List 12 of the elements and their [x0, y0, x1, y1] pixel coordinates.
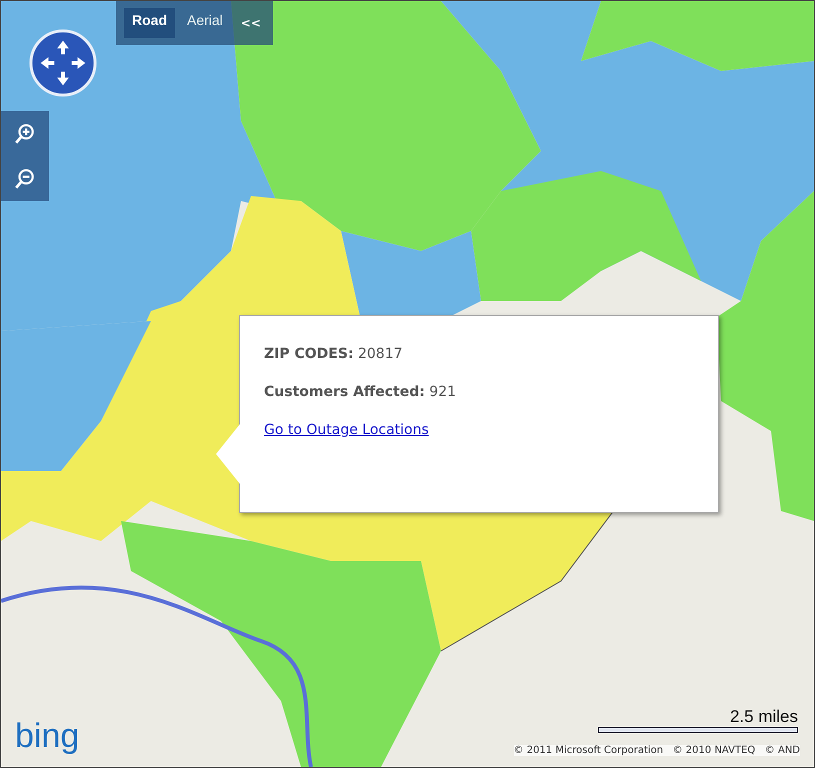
- logo: bing: [15, 719, 80, 753]
- pan-control-icon[interactable]: [29, 29, 97, 97]
- scale-label: 2.5 miles: [730, 707, 798, 727]
- copyright-text: © 2011 Microsoft Corporation © 2010 NAVTEQ © AND: [514, 745, 800, 756]
- map-type-tab[interactable]: Aerial: [179, 8, 231, 38]
- info-text: Customers Affected: 921: [264, 384, 458, 400]
- collapse-toggle[interactable]: <<: [240, 16, 261, 30]
- info-text: ZIP CODES: 20817: [264, 346, 404, 362]
- map-type-tab[interactable]: Road: [124, 8, 175, 38]
- zoom-in-icon[interactable]: [14, 122, 36, 144]
- outage-link[interactable]: Go to Outage Locations: [264, 422, 429, 438]
- zoom-out-icon[interactable]: [14, 168, 36, 190]
